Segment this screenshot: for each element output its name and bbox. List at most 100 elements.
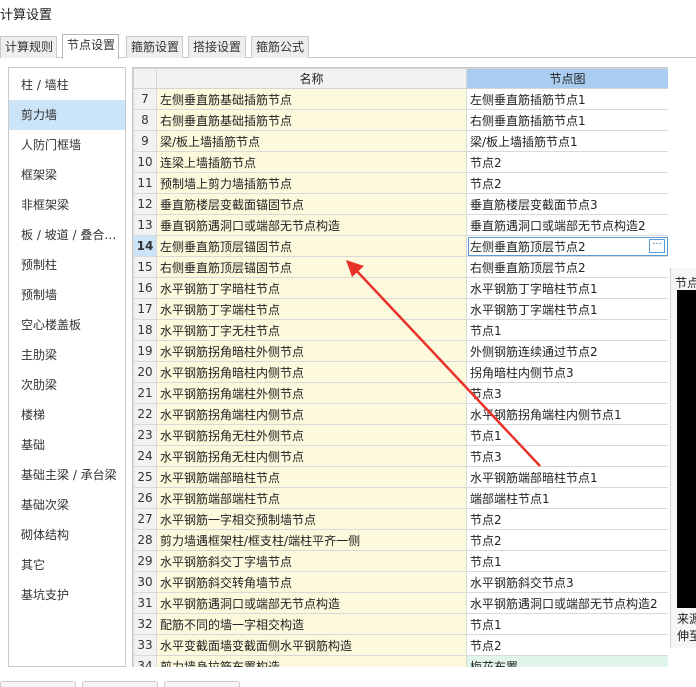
table-row[interactable]: 8 右侧垂直筋基础插筋节点 右侧垂直筋插筋节点1 — [133, 109, 668, 131]
bottom-button-1[interactable] — [0, 681, 76, 687]
table-row[interactable]: 12 垂直筋楼层变截面锚固节点 垂直筋楼层变截面节点3 — [133, 193, 668, 215]
row-number: 29 — [133, 550, 157, 572]
sidebar-item[interactable]: 基础 — [9, 430, 125, 460]
row-number: 31 — [133, 592, 157, 614]
node-value: 外侧钢筋连续通过节点2 — [470, 344, 598, 359]
sidebar-item[interactable]: 基坑支护 — [9, 580, 125, 610]
row-node-cell[interactable]: 水平钢筋拐角端柱内侧节点1 — [466, 403, 668, 425]
row-node-cell[interactable]: 水平钢筋斜交节点3 — [466, 571, 668, 593]
table-row[interactable]: 9 梁/板上墙插筋节点 梁/板上墙插筋节点1 — [133, 130, 668, 152]
sidebar-item[interactable]: 框架梁 — [9, 160, 125, 190]
row-number: 7 — [133, 88, 157, 110]
row-node-cell[interactable]: 节点1 — [466, 319, 668, 341]
table-row[interactable]: 7 左侧垂直筋基础插筋节点 左侧垂直筋插筋节点1 — [133, 88, 668, 110]
node-value: 节点2 — [470, 638, 502, 653]
row-node-cell[interactable]: 端部端柱节点1 — [466, 487, 668, 509]
row-name-cell: 右侧垂直筋顶层锚固节点 — [156, 256, 467, 278]
row-node-cell[interactable]: 外侧钢筋连续通过节点2 — [466, 340, 668, 362]
sidebar-item[interactable]: 人防门框墙 — [9, 130, 125, 160]
table-row[interactable]: 17 水平钢筋丁字端柱节点 水平钢筋丁字端柱节点1 — [133, 298, 668, 320]
row-node-cell[interactable]: 节点2 — [466, 508, 668, 530]
table-row[interactable]: 15 右侧垂直筋顶层锚固节点 右侧垂直筋顶层节点2 — [133, 256, 668, 278]
table-row[interactable]: 13 垂直钢筋遇洞口或端部无节点构造 垂直筋遇洞口或端部无节点构造2 — [133, 214, 668, 236]
sidebar-item[interactable]: 基础主梁 / 承台梁 — [9, 460, 125, 490]
row-node-cell[interactable]: 节点3 — [466, 445, 668, 467]
row-node-cell[interactable]: 左侧垂直筋顶层节点2 ··· — [466, 235, 668, 257]
table-row[interactable]: 26 水平钢筋端部端柱节点 端部端柱节点1 — [133, 487, 668, 509]
sidebar-item[interactable]: 空心楼盖板 — [9, 310, 125, 340]
table-row[interactable]: 34 剪力墙身拉筋布置构造 梅花布置 — [133, 655, 668, 667]
preview-image — [677, 290, 696, 608]
row-node-cell[interactable]: 水平钢筋端部暗柱节点1 — [466, 466, 668, 488]
row-node-cell[interactable]: 左侧垂直筋插筋节点1 — [466, 88, 668, 110]
row-name-cell: 水平钢筋斜交丁字墙节点 — [156, 550, 467, 572]
row-node-cell[interactable]: 右侧垂直筋插筋节点1 — [466, 109, 668, 131]
table-row[interactable]: 28 剪力墙遇框架柱/框支柱/端柱平齐一侧 节点2 — [133, 529, 668, 551]
sidebar-item[interactable]: 楼梯 — [9, 400, 125, 430]
row-name-cell: 水平钢筋拐角无柱内侧节点 — [156, 445, 467, 467]
sidebar-item[interactable]: 基础次梁 — [9, 490, 125, 520]
table-row[interactable]: 25 水平钢筋端部暗柱节点 水平钢筋端部暗柱节点1 — [133, 466, 668, 488]
node-column-header[interactable]: 节点图 — [466, 68, 668, 89]
table-row[interactable]: 21 水平钢筋拐角端柱外侧节点 节点3 — [133, 382, 668, 404]
row-node-cell[interactable]: 节点2 — [466, 151, 668, 173]
row-node-cell[interactable]: 节点2 — [466, 634, 668, 656]
row-node-cell[interactable]: 节点3 — [466, 382, 668, 404]
sidebar-item[interactable]: 柱 / 墙柱 — [9, 70, 125, 100]
sidebar-item[interactable]: 其它 — [9, 550, 125, 580]
row-node-cell[interactable]: 梁/板上墙插筋节点1 — [466, 130, 668, 152]
row-name-cell: 连梁上墙插筋节点 — [156, 151, 467, 173]
sidebar-item[interactable]: 板 / 坡道 / 叠合… — [9, 220, 125, 250]
table-row[interactable]: 14 左侧垂直筋顶层锚固节点 左侧垂直筋顶层节点2 ··· — [133, 235, 668, 257]
sidebar-item[interactable]: 主肋梁 — [9, 340, 125, 370]
tab-stirrup-settings[interactable]: 箍筋设置 — [126, 36, 183, 58]
bottom-button-2[interactable] — [82, 681, 158, 687]
ellipsis-button[interactable]: ··· — [649, 239, 665, 253]
table-row[interactable]: 31 水平钢筋遇洞口或端部无节点构造 水平钢筋遇洞口或端部无节点构造2 — [133, 592, 668, 614]
tab-lap-settings[interactable]: 搭接设置 — [188, 36, 246, 58]
table-row[interactable]: 23 水平钢筋拐角无柱外侧节点 节点1 — [133, 424, 668, 446]
row-name-cell: 水平钢筋一字相交预制墙节点 — [156, 508, 467, 530]
row-node-cell[interactable]: 右侧垂直筋顶层节点2 — [466, 256, 668, 278]
table-row[interactable]: 16 水平钢筋丁字暗柱节点 水平钢筋丁字暗柱节点1 — [133, 277, 668, 299]
table-row[interactable]: 22 水平钢筋拐角端柱内侧节点 水平钢筋拐角端柱内侧节点1 — [133, 403, 668, 425]
row-node-cell[interactable]: 垂直筋楼层变截面节点3 — [466, 193, 668, 215]
row-node-cell[interactable]: 水平钢筋丁字暗柱节点1 — [466, 277, 668, 299]
table-row[interactable]: 27 水平钢筋一字相交预制墙节点 节点2 — [133, 508, 668, 530]
name-column-header[interactable]: 名称 — [156, 68, 467, 89]
row-node-cell[interactable]: 水平钢筋丁字端柱节点1 — [466, 298, 668, 320]
tab-calc-rules[interactable]: 计算规则 — [0, 36, 57, 58]
sidebar-item[interactable]: 非框架梁 — [9, 190, 125, 220]
row-name-cell: 水平钢筋拐角暗柱外侧节点 — [156, 340, 467, 362]
table-row[interactable]: 24 水平钢筋拐角无柱内侧节点 节点3 — [133, 445, 668, 467]
sidebar-item[interactable]: 砌体结构 — [9, 520, 125, 550]
table-row[interactable]: 11 预制墙上剪力墙插筋节点 节点2 — [133, 172, 668, 194]
node-value: 节点1 — [470, 323, 502, 338]
row-number: 32 — [133, 613, 157, 635]
sidebar-item[interactable]: 剪力墙 — [9, 100, 125, 130]
row-node-cell[interactable]: 拐角暗柱内侧节点3 — [466, 361, 668, 383]
table-row[interactable]: 29 水平钢筋斜交丁字墙节点 节点1 — [133, 550, 668, 572]
row-number: 18 — [133, 319, 157, 341]
table-row[interactable]: 20 水平钢筋拐角暗柱内侧节点 拐角暗柱内侧节点3 — [133, 361, 668, 383]
row-node-cell[interactable]: 节点1 — [466, 550, 668, 572]
table-row[interactable]: 30 水平钢筋斜交转角墙节点 水平钢筋斜交节点3 — [133, 571, 668, 593]
row-node-cell[interactable]: 节点1 — [466, 424, 668, 446]
row-node-cell[interactable]: 节点2 — [466, 529, 668, 551]
tab-node-settings[interactable]: 节点设置 — [62, 34, 119, 59]
row-node-cell[interactable]: 垂直筋遇洞口或端部无节点构造2 — [466, 214, 668, 236]
sidebar-item[interactable]: 预制墙 — [9, 280, 125, 310]
sidebar-item[interactable]: 次肋梁 — [9, 370, 125, 400]
table-row[interactable]: 10 连梁上墙插筋节点 节点2 — [133, 151, 668, 173]
row-node-cell[interactable]: 节点1 — [466, 613, 668, 635]
table-row[interactable]: 19 水平钢筋拐角暗柱外侧节点 外侧钢筋连续通过节点2 — [133, 340, 668, 362]
table-row[interactable]: 18 水平钢筋丁字无柱节点 节点1 — [133, 319, 668, 341]
table-row[interactable]: 32 配筋不同的墙一字相交构造 节点1 — [133, 613, 668, 635]
tab-stirrup-formula[interactable]: 箍筋公式 — [251, 36, 309, 58]
row-node-cell[interactable]: 水平钢筋遇洞口或端部无节点构造2 — [466, 592, 668, 614]
row-node-cell[interactable]: 节点2 — [466, 172, 668, 194]
table-row[interactable]: 33 水平变截面墙变截面侧水平钢筋构造 节点2 — [133, 634, 668, 656]
row-node-cell[interactable]: 梅花布置 — [466, 655, 668, 667]
bottom-button-3[interactable] — [164, 681, 240, 687]
sidebar-item[interactable]: 预制柱 — [9, 250, 125, 280]
